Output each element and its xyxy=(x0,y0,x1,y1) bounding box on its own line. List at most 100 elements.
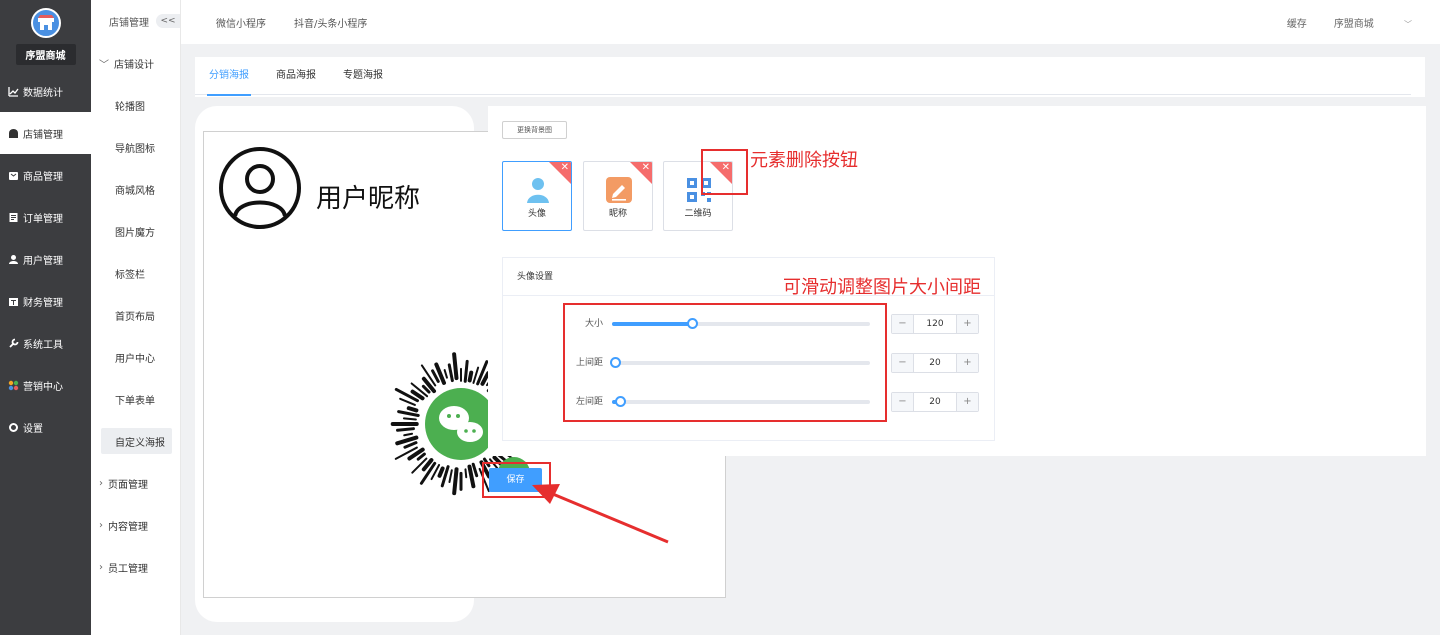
tab-wechat-miniprogram[interactable]: 微信小程序 xyxy=(216,15,266,30)
qrcode-ray xyxy=(471,462,479,478)
sub-item[interactable]: 图片魔方 xyxy=(91,210,180,252)
sidebar-item-user[interactable]: 用户管理 xyxy=(0,238,91,280)
qrcode-ray xyxy=(402,417,417,421)
qrcode-ray xyxy=(403,432,414,437)
sidebar-item-label: 系统工具 xyxy=(23,339,63,351)
avatar-icon xyxy=(527,178,549,203)
stepper-value[interactable]: 120 xyxy=(913,315,957,333)
wallet-icon xyxy=(8,296,19,307)
chevron-down-icon: ﹀ xyxy=(99,59,109,71)
annotation-box-sliders xyxy=(563,303,887,422)
setting-stepper: −20 + xyxy=(891,392,979,412)
change-background-button[interactable]: 更换背景图 xyxy=(502,121,567,139)
collapse-button[interactable]: << xyxy=(156,14,180,28)
element-label: 昵称 xyxy=(608,209,627,219)
close-icon[interactable]: ✕ xyxy=(561,163,569,173)
tab-product-poster[interactable]: 商品海报 xyxy=(276,57,316,95)
top-right-actions: 缓存 序盟商城 ﹀ xyxy=(1287,0,1412,44)
sidebar-item-label: 设置 xyxy=(23,423,43,435)
stepper-value[interactable]: 20 xyxy=(913,393,957,411)
qrcode-ray xyxy=(403,441,418,449)
shop-dropdown[interactable]: 序盟商城 ﹀ xyxy=(1334,15,1412,30)
qrcode-ray xyxy=(467,464,476,489)
increment-button[interactable]: + xyxy=(957,315,978,333)
group-staff-management[interactable]: › 员工管理 xyxy=(91,546,180,588)
element-card-nickname[interactable]: 昵称 ✕ xyxy=(583,161,653,231)
annotation-delete-note: 元素删除按钮 xyxy=(750,150,858,171)
qrcode-ray xyxy=(452,352,459,381)
sub-item[interactable]: 用户中心 xyxy=(91,336,180,378)
secondary-sidebar-header: 店铺管理 << xyxy=(91,0,180,42)
decrement-button[interactable]: − xyxy=(892,315,913,333)
qrcode-ray xyxy=(452,467,459,496)
sidebar-item-wallet[interactable]: 财务管理 xyxy=(0,280,91,322)
cache-button[interactable]: 缓存 xyxy=(1287,15,1307,30)
qrcode-ray xyxy=(447,363,454,383)
sub-item[interactable]: 标签栏 xyxy=(91,252,180,294)
qrcode-ray xyxy=(467,370,474,383)
group-label: 内容管理 xyxy=(108,521,148,533)
chevron-right-icon: › xyxy=(99,477,103,489)
qrcode-ray xyxy=(437,466,445,478)
sidebar-item-label: 营销中心 xyxy=(23,381,63,393)
group-label: 店铺设计 xyxy=(114,59,154,71)
wrench-icon xyxy=(8,338,19,349)
qrcode-ray xyxy=(443,369,448,379)
element-label: 头像 xyxy=(527,209,546,219)
qrcode-ray xyxy=(416,452,426,461)
annotation-box-delete xyxy=(701,149,748,195)
secondary-sidebar-title: 店铺管理 xyxy=(109,17,149,29)
group-label: 员工管理 xyxy=(108,563,148,575)
shop-dropdown-label: 序盟商城 xyxy=(1333,18,1374,30)
tab-douyin-miniprogram[interactable]: 抖音/头条小程序 xyxy=(294,15,367,30)
goods-icon xyxy=(8,170,19,181)
annotation-slider-note: 可滑动调整图片大小间距 xyxy=(783,277,981,298)
qrcode-ray xyxy=(463,359,469,383)
tab-topic-poster[interactable]: 专题海报 xyxy=(343,57,383,95)
sidebar-item-store[interactable]: 店铺管理 xyxy=(0,112,91,154)
nickname-icon xyxy=(606,177,632,203)
sidebar-item-wrench[interactable]: 系统工具 xyxy=(0,322,91,364)
group-page-management[interactable]: › 页面管理 xyxy=(91,462,180,504)
sub-item[interactable]: 轮播图 xyxy=(91,84,180,126)
order-icon xyxy=(8,212,19,223)
sub-item[interactable]: 商城风格 xyxy=(91,168,180,210)
top-bar: 微信小程序 抖音/头条小程序 缓存 序盟商城 ﹀ xyxy=(181,0,1440,44)
tab-distribution-poster[interactable]: 分销海报 xyxy=(207,57,251,96)
gear-icon xyxy=(8,422,19,433)
avatar-element-icon[interactable] xyxy=(218,146,302,230)
sidebar-item-order[interactable]: 订单管理 xyxy=(0,196,91,238)
sidebar-item-marketing[interactable]: 营销中心 xyxy=(0,364,91,406)
sub-item[interactable]: 首页布局 xyxy=(91,294,180,336)
sidebar-item-chart-line[interactable]: 数据统计 xyxy=(0,70,91,112)
qrcode-ray xyxy=(431,369,440,383)
poster-tabs: 分销海报 商品海报 专题海报 xyxy=(195,57,1411,96)
sub-item[interactable]: 导航图标 xyxy=(91,126,180,168)
sidebar-item-label: 数据统计 xyxy=(23,87,63,99)
group-content-management[interactable]: › 内容管理 xyxy=(91,504,180,546)
chevron-right-icon: › xyxy=(99,561,103,573)
sidebar-item-label: 商品管理 xyxy=(23,171,63,183)
shop-logo-icon xyxy=(30,8,61,38)
sidebar-item-goods[interactable]: 商品管理 xyxy=(0,154,91,196)
sub-item[interactable]: 自定义海报 xyxy=(101,428,172,454)
chevron-down-icon: ﹀ xyxy=(1404,19,1412,29)
nickname-element[interactable]: 用户昵称 xyxy=(316,178,420,215)
group-shop-design[interactable]: ﹀ 店铺设计 xyxy=(91,42,180,84)
close-icon[interactable]: ✕ xyxy=(642,163,650,173)
element-card-avatar[interactable]: 头像 ✕ xyxy=(502,161,572,231)
increment-button[interactable]: + xyxy=(957,354,978,372)
sidebar-item-label: 订单管理 xyxy=(23,213,63,225)
decrement-button[interactable]: − xyxy=(892,393,913,411)
decrement-button[interactable]: − xyxy=(892,354,913,372)
increment-button[interactable]: + xyxy=(957,393,978,411)
poster-tabs-card: 分销海报 商品海报 专题海报 xyxy=(195,57,1425,97)
sidebar-item-gear[interactable]: 设置 xyxy=(0,406,91,448)
setting-stepper: −120 + xyxy=(891,314,979,334)
sub-item[interactable]: 下单表单 xyxy=(91,378,180,420)
setting-stepper: −20 + xyxy=(891,353,979,373)
sidebar-item-label: 财务管理 xyxy=(23,297,63,309)
secondary-sidebar: 店铺管理 << ﹀ 店铺设计 轮播图 导航图标 商城风格 图片魔方 标签栏 首页布局 用户中… xyxy=(91,0,181,635)
main-sidebar: 序盟商城 数据统计 店铺管理 商品管理 订单管理 用户管理 财务管理 系统工具 营销中心 设置 xyxy=(0,0,91,635)
stepper-value[interactable]: 20 xyxy=(913,354,957,372)
